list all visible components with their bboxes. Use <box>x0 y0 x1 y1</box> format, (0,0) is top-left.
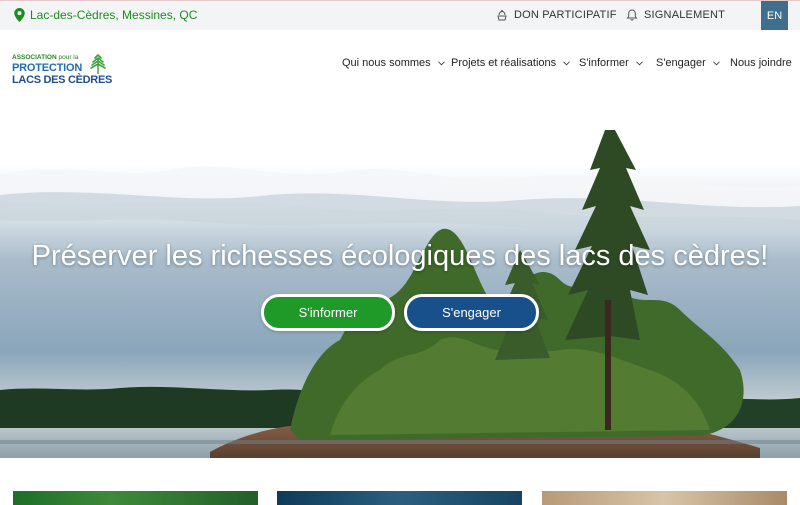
map-pin-icon <box>14 8 25 22</box>
donation-hand-icon <box>497 10 507 21</box>
chevron-down-icon <box>437 60 445 65</box>
chevron-down-icon <box>712 60 720 65</box>
page: Lac-des-Cèdres, Messines, QC DON PARTICI… <box>0 0 800 505</box>
report-label: SIGNALEMENT <box>644 9 726 21</box>
site-header: ASSOCIATION pour la PROTECTION LACS DES … <box>0 30 800 100</box>
hero-lake-photo <box>0 100 800 458</box>
chevron-down-icon <box>635 60 643 65</box>
location-text: Lac-des-Cèdres, Messines, QC <box>30 8 198 22</box>
chevron-down-icon <box>563 60 571 65</box>
cedar-leaf-icon <box>90 54 106 74</box>
nav-item-about[interactable]: Qui nous sommes <box>342 57 445 69</box>
hero-engage-button[interactable]: S'engager <box>404 294 539 331</box>
nav-item-engage[interactable]: S'engager <box>656 57 720 69</box>
feature-card-image[interactable] <box>13 491 258 505</box>
hero-title: Préserver les richesses écologiques des … <box>31 240 769 272</box>
feature-cards-strip <box>0 458 800 505</box>
feature-card-image[interactable] <box>277 491 522 505</box>
nav-item-inform[interactable]: S'informer <box>579 57 643 69</box>
donation-link[interactable]: DON PARTICIPATIF <box>496 9 617 21</box>
hero-inform-button[interactable]: S'informer <box>261 294 395 331</box>
report-link[interactable]: SIGNALEMENT <box>626 9 725 21</box>
bell-icon <box>626 9 638 21</box>
language-switch-button[interactable]: EN <box>761 1 788 31</box>
donation-label: DON PARTICIPATIF <box>514 9 617 21</box>
top-bar: Lac-des-Cèdres, Messines, QC DON PARTICI… <box>0 0 800 31</box>
nav-item-contact[interactable]: Nous joindre <box>730 57 792 69</box>
location-link[interactable]: Lac-des-Cèdres, Messines, QC <box>14 8 197 22</box>
logo-line-2: PROTECTION <box>12 62 83 74</box>
feature-card-image[interactable] <box>542 491 787 505</box>
site-logo[interactable]: ASSOCIATION pour la PROTECTION LACS DES … <box>12 54 112 90</box>
logo-line-1: ASSOCIATION pour la <box>12 54 79 61</box>
hero-banner: Préserver les richesses écologiques des … <box>0 100 800 458</box>
nav-item-projects[interactable]: Projets et réalisations <box>451 57 571 69</box>
